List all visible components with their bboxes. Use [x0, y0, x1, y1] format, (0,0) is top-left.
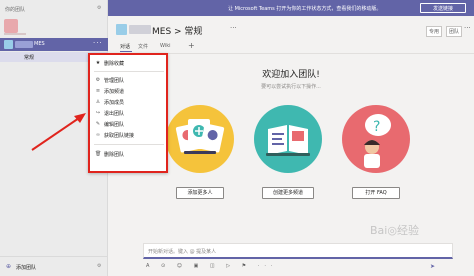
team-more-options-button[interactable]: ··· [93, 39, 103, 47]
trash-icon: 🗑 [95, 151, 102, 157]
tab-wiki[interactable]: Wiki [160, 43, 171, 49]
join-or-create-team-button[interactable]: ⊕ 添加团队 ⚙ [0, 256, 108, 276]
add-tab-button[interactable]: + [188, 41, 195, 50]
add-more-people-label: 添加更多人 [187, 190, 213, 196]
join-team-label: 添加团队 [16, 265, 37, 271]
menu-item-label: 退出团队 [104, 111, 125, 117]
menu-item-label: 编辑团队 [104, 122, 125, 128]
menu-item-label: 添加频道 [104, 89, 125, 95]
menu-item-leave-team[interactable]: ↪ 退出团队 [90, 108, 166, 118]
leave-icon: ↪ [95, 110, 101, 116]
menu-item-label: 删除收藏 [104, 61, 125, 67]
add-member-icon: ♙ [95, 99, 101, 105]
blurred-team-name [129, 25, 151, 34]
sidebar-title: 你的团队 [5, 7, 26, 13]
menu-item-remove-favorite[interactable]: ★ 删除收藏 [90, 58, 166, 68]
link-icon: ∞ [95, 132, 101, 138]
team-info-button[interactable]: 团队 [446, 26, 463, 37]
faq-illustration: ? [342, 105, 410, 173]
create-more-channels-label: 创建更多频道 [272, 190, 303, 196]
blurred-team-avatar [4, 19, 18, 33]
send-icon[interactable]: ➤ [430, 263, 435, 270]
channel-label: 常规 [24, 55, 35, 61]
menu-item-label: 删除团队 [104, 152, 125, 158]
add-team-icon: ⊕ [6, 263, 12, 270]
add-people-illustration [166, 105, 234, 173]
send-link-button[interactable]: 发送链接 [420, 3, 466, 13]
add-more-people-button[interactable]: 添加更多人 [176, 187, 224, 199]
private-badge[interactable]: 专用 [426, 26, 443, 37]
menu-item-get-team-link[interactable]: ∞ 获取团队链接 [90, 130, 166, 140]
create-more-channels-button[interactable]: 创建更多频道 [262, 187, 314, 199]
menu-item-add-member[interactable]: ♙ 添加成员 [90, 97, 166, 107]
red-annotation-arrow [31, 113, 86, 151]
menu-divider [94, 144, 164, 145]
team-item-mes[interactable]: MES ··· [0, 38, 108, 51]
menu-item-edit-team[interactable]: ✎ 编辑团队 [90, 119, 166, 129]
compose-area: 开始新对话。键入 @ 提及某人 A ⊙ ☺ ▣ ◫ ▷ ⚑ ··· ➤ [108, 241, 474, 276]
team-context-menu: ★ 删除收藏 ⚙ 管理团队 ≡ 添加频道 ♙ 添加成员 ↪ 退出团队 ✎ 编辑团… [88, 53, 168, 173]
gear-icon[interactable]: ⚙ [97, 263, 101, 269]
channel-header: MES > 常规 ··· 对话 文件 Wiki + 专用 团队 ··· [108, 16, 474, 54]
svg-text:?: ? [373, 119, 380, 135]
blurred-team-name [15, 41, 33, 48]
menu-item-manage-team[interactable]: ⚙ 管理团队 [90, 75, 166, 85]
active-tab-indicator [120, 51, 132, 52]
baidu-watermark: Bai◎经验 [370, 224, 419, 237]
create-channels-illustration [254, 105, 322, 173]
send-link-label: 发送链接 [432, 6, 453, 12]
menu-item-add-channel[interactable]: ≡ 添加频道 [90, 86, 166, 96]
team-name: MES [34, 41, 45, 47]
blurred-team-label [4, 33, 26, 35]
edit-icon: ✎ [95, 121, 101, 127]
menu-item-label: 获取团队链接 [104, 133, 135, 139]
header-more-button[interactable]: ··· [464, 24, 471, 32]
tab-conversations[interactable]: 对话 [120, 43, 130, 50]
tab-files[interactable]: 文件 [138, 43, 148, 50]
compose-placeholder: 开始新对话。键入 @ 提及某人 [148, 249, 217, 255]
team-avatar [116, 24, 127, 35]
open-faq-label: 打开 FAQ [365, 190, 387, 196]
banner-message: 让 Microsoft Teams 打开为你的工作状态方式，查看我们的移动版。 [228, 6, 382, 12]
filter-icon[interactable]: ⚙ [97, 5, 101, 11]
menu-item-label: 管理团队 [104, 78, 125, 84]
menu-item-delete-team[interactable]: 🗑 删除团队 [90, 149, 166, 159]
team-avatar [4, 40, 13, 49]
new-conversation-input[interactable]: 开始新对话。键入 @ 提及某人 [143, 243, 453, 259]
open-faq-button[interactable]: 打开 FAQ [352, 187, 400, 199]
mobile-app-banner: 让 Microsoft Teams 打开为你的工作状态方式，查看我们的移动版。 … [108, 0, 474, 16]
channel-more-options-button[interactable]: ··· [230, 24, 237, 32]
menu-item-label: 添加成员 [104, 100, 125, 106]
compose-toolbar[interactable]: A ⊙ ☺ ▣ ◫ ▷ ⚑ ··· [146, 263, 278, 269]
star-icon: ★ [95, 60, 101, 66]
menu-divider [94, 71, 164, 72]
gear-icon: ⚙ [95, 77, 101, 83]
channel-add-icon: ≡ [95, 88, 101, 94]
channel-title: MES > 常规 [152, 27, 203, 37]
